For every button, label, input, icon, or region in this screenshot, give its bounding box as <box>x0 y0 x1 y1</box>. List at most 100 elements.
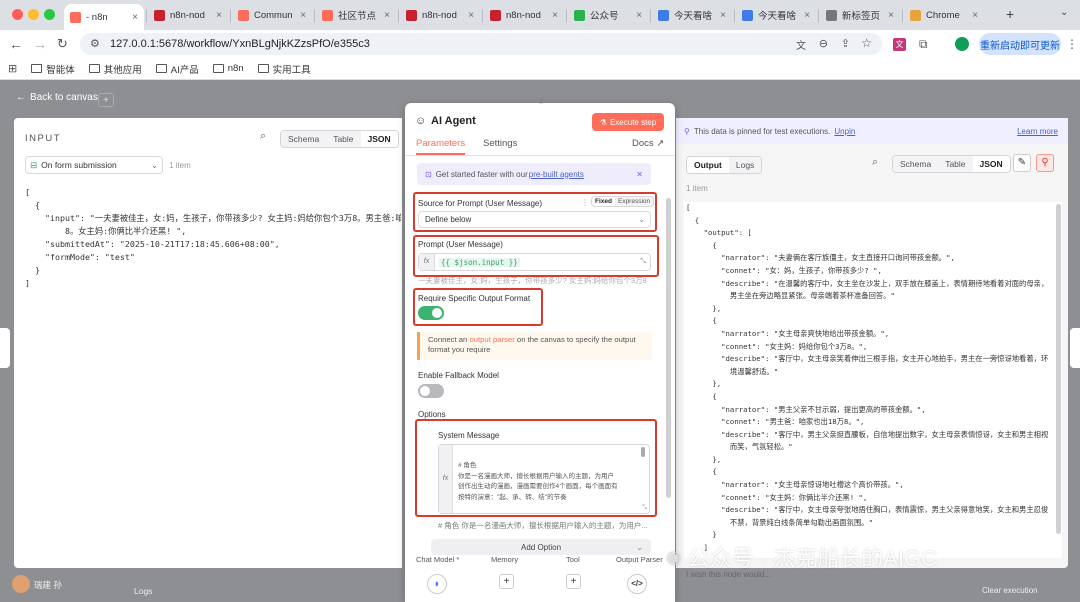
output-scrollbar[interactable] <box>1056 204 1061 534</box>
tab-settings[interactable]: Settings <box>483 138 517 149</box>
apps-grid-icon[interactable]: ⊞ <box>8 62 17 75</box>
docs-link[interactable]: Docs ↗ <box>632 138 664 149</box>
highlight-box <box>413 288 543 326</box>
translate-icon[interactable]: 文 <box>796 37 806 52</box>
input-item-count: 1 item <box>169 161 191 170</box>
more-menu-icon[interactable]: ⋮ <box>1066 37 1078 51</box>
close-tab-icon[interactable]: × <box>216 10 222 21</box>
left-node-handle[interactable] <box>0 328 10 368</box>
close-tab-icon[interactable]: × <box>468 10 474 21</box>
share-icon[interactable]: ⇪ <box>841 37 850 50</box>
bookmark-folder[interactable]: 其他应用 <box>88 62 142 76</box>
browser-tab[interactable]: 新标签页 × <box>820 4 900 26</box>
add-option-button[interactable]: Add Option ⌄ <box>431 539 651 555</box>
bookmark-folder[interactable]: 智能体 <box>31 62 75 76</box>
browser-tab[interactable]: 社区节点 × <box>316 4 396 26</box>
fallback-toggle[interactable] <box>418 384 444 398</box>
drag-handle-icon[interactable]: ⠿ <box>531 97 551 106</box>
browser-tab[interactable]: 公众号 × <box>568 4 648 26</box>
close-window-button[interactable] <box>12 9 23 20</box>
deepseek-model-icon[interactable]: ◗ <box>427 574 447 594</box>
new-tab-icon[interactable]: + <box>1006 6 1014 22</box>
browser-tab[interactable]: - n8n × <box>64 4 144 30</box>
back-to-canvas-link[interactable]: ← Back to canvas <box>16 92 98 103</box>
clear-execution-button[interactable]: Clear execution <box>982 586 1038 595</box>
table-view-button[interactable]: Table <box>326 131 361 147</box>
prebuilt-agents-link[interactable]: pre-built agents <box>529 170 584 179</box>
params-scrollbar[interactable] <box>666 198 671 498</box>
close-tab-icon[interactable]: × <box>636 10 642 21</box>
logs-label[interactable]: Logs <box>134 586 152 596</box>
address-bar[interactable]: ⚙ 127.0.0.1:5678/workflow/YxnBLgNjkKZzsP… <box>80 33 882 55</box>
edit-pencil-icon[interactable]: ✎ <box>1013 154 1031 172</box>
learn-more-link[interactable]: Learn more <box>1017 127 1058 136</box>
code-parser-icon[interactable]: </> <box>627 574 647 594</box>
output-tab[interactable]: Output <box>687 157 729 173</box>
canvas-add-button[interactable]: + <box>98 93 114 107</box>
json-line: "connet": "女主妈：你俩比半介还黑! ", <box>686 492 868 502</box>
back-arrow-icon[interactable]: ← <box>9 36 23 52</box>
tab-label: 社区节点 <box>338 11 377 22</box>
chevron-down-icon: ⌄ <box>636 542 643 552</box>
bookmark-folder[interactable]: AI产品 <box>155 62 199 76</box>
tab-parameters[interactable]: Parameters <box>416 138 466 155</box>
execute-step-button[interactable]: ⚗ Execute step <box>592 113 664 131</box>
minimize-window-button[interactable] <box>28 9 39 20</box>
extensions-puzzle-icon[interactable]: ⧉ <box>919 37 928 52</box>
tab-search-chevron-icon[interactable]: ⌄ <box>1060 7 1068 18</box>
json-view-button[interactable]: JSON <box>972 156 1010 172</box>
extension-icon[interactable]: 文 <box>893 38 906 51</box>
table-view-button[interactable]: Table <box>938 156 973 172</box>
output-parser-link[interactable]: output parser <box>469 335 514 344</box>
close-tab-icon[interactable]: × <box>972 10 978 21</box>
output-parser-notice: Connect an output parser on the canvas t… <box>417 332 652 360</box>
tab-label: n8n-nod <box>170 9 205 21</box>
unpin-link[interactable]: Unpin <box>834 127 855 136</box>
input-panel: INPUT ⌕ Schema Table JSON ⊟ On form subm… <box>14 118 402 568</box>
browser-tab[interactable]: Commun × <box>232 4 312 26</box>
schema-view-button[interactable]: Schema <box>281 131 327 147</box>
browser-tab[interactable]: n8n-nod × <box>400 4 480 26</box>
add-memory-button[interactable]: + <box>499 574 514 589</box>
browser-tab[interactable]: 今天看啥 × <box>736 4 816 26</box>
close-tab-icon[interactable]: × <box>720 10 726 21</box>
close-tab-icon[interactable]: × <box>552 10 558 21</box>
user-avatar[interactable] <box>12 575 30 593</box>
reload-icon[interactable]: ↻ <box>57 36 68 52</box>
system-message-preview: # 角色 你是一名漫画大师，擅长根据用户输入的主题，为用户... <box>438 521 648 530</box>
close-tab-icon[interactable]: × <box>804 10 810 21</box>
logs-tab[interactable]: Logs <box>728 157 762 173</box>
browser-tab[interactable]: n8n-nod × <box>484 4 564 26</box>
bookmark-star-icon[interactable]: ☆ <box>861 36 872 50</box>
browser-tab[interactable]: 今天看啥 × <box>652 4 732 26</box>
add-tool-button[interactable]: + <box>566 574 581 589</box>
site-info-icon[interactable]: ⚙ <box>90 37 100 50</box>
bookmark-folder[interactable]: n8n <box>212 63 244 74</box>
close-tab-icon[interactable]: × <box>300 10 306 21</box>
schema-view-button[interactable]: Schema <box>893 156 939 172</box>
close-tab-icon[interactable]: × <box>384 10 390 21</box>
relaunch-update-button[interactable]: 重新启动即可更新 <box>979 33 1061 55</box>
fallback-label: Enable Fallback Model <box>418 371 499 380</box>
right-node-handle[interactable] <box>1070 328 1080 368</box>
tab-label: 新标签页 <box>842 11 881 22</box>
search-icon[interactable]: ⌕ <box>260 130 266 143</box>
json-line: "describe": "客厅中，女主母亲笑着伸出三根手指，女主开心地拍手，男主… <box>686 354 1049 364</box>
json-view-button[interactable]: JSON <box>360 131 398 147</box>
profile-avatar-icon[interactable] <box>955 37 969 51</box>
tab-favicon-icon <box>910 9 921 21</box>
json-line: ] <box>25 278 30 288</box>
forward-arrow-icon[interactable]: → <box>33 36 47 52</box>
bookmark-folder[interactable]: 实用工具 <box>257 62 311 76</box>
zoom-icon[interactable]: ⊖ <box>819 37 828 50</box>
browser-tab[interactable]: n8n-nod × <box>148 4 228 26</box>
browser-tab[interactable]: Chrome × <box>904 4 984 26</box>
close-tab-icon[interactable]: × <box>132 12 138 23</box>
search-icon[interactable]: ⌕ <box>872 156 878 169</box>
close-icon[interactable]: ✕ <box>636 170 643 179</box>
tab-favicon-icon <box>70 11 81 23</box>
zoom-window-button[interactable] <box>44 9 55 20</box>
input-source-select[interactable]: ⊟ On form submission ⌄ <box>25 156 163 174</box>
close-tab-icon[interactable]: × <box>888 10 894 21</box>
pin-data-icon[interactable]: ⚲ <box>1036 154 1054 172</box>
